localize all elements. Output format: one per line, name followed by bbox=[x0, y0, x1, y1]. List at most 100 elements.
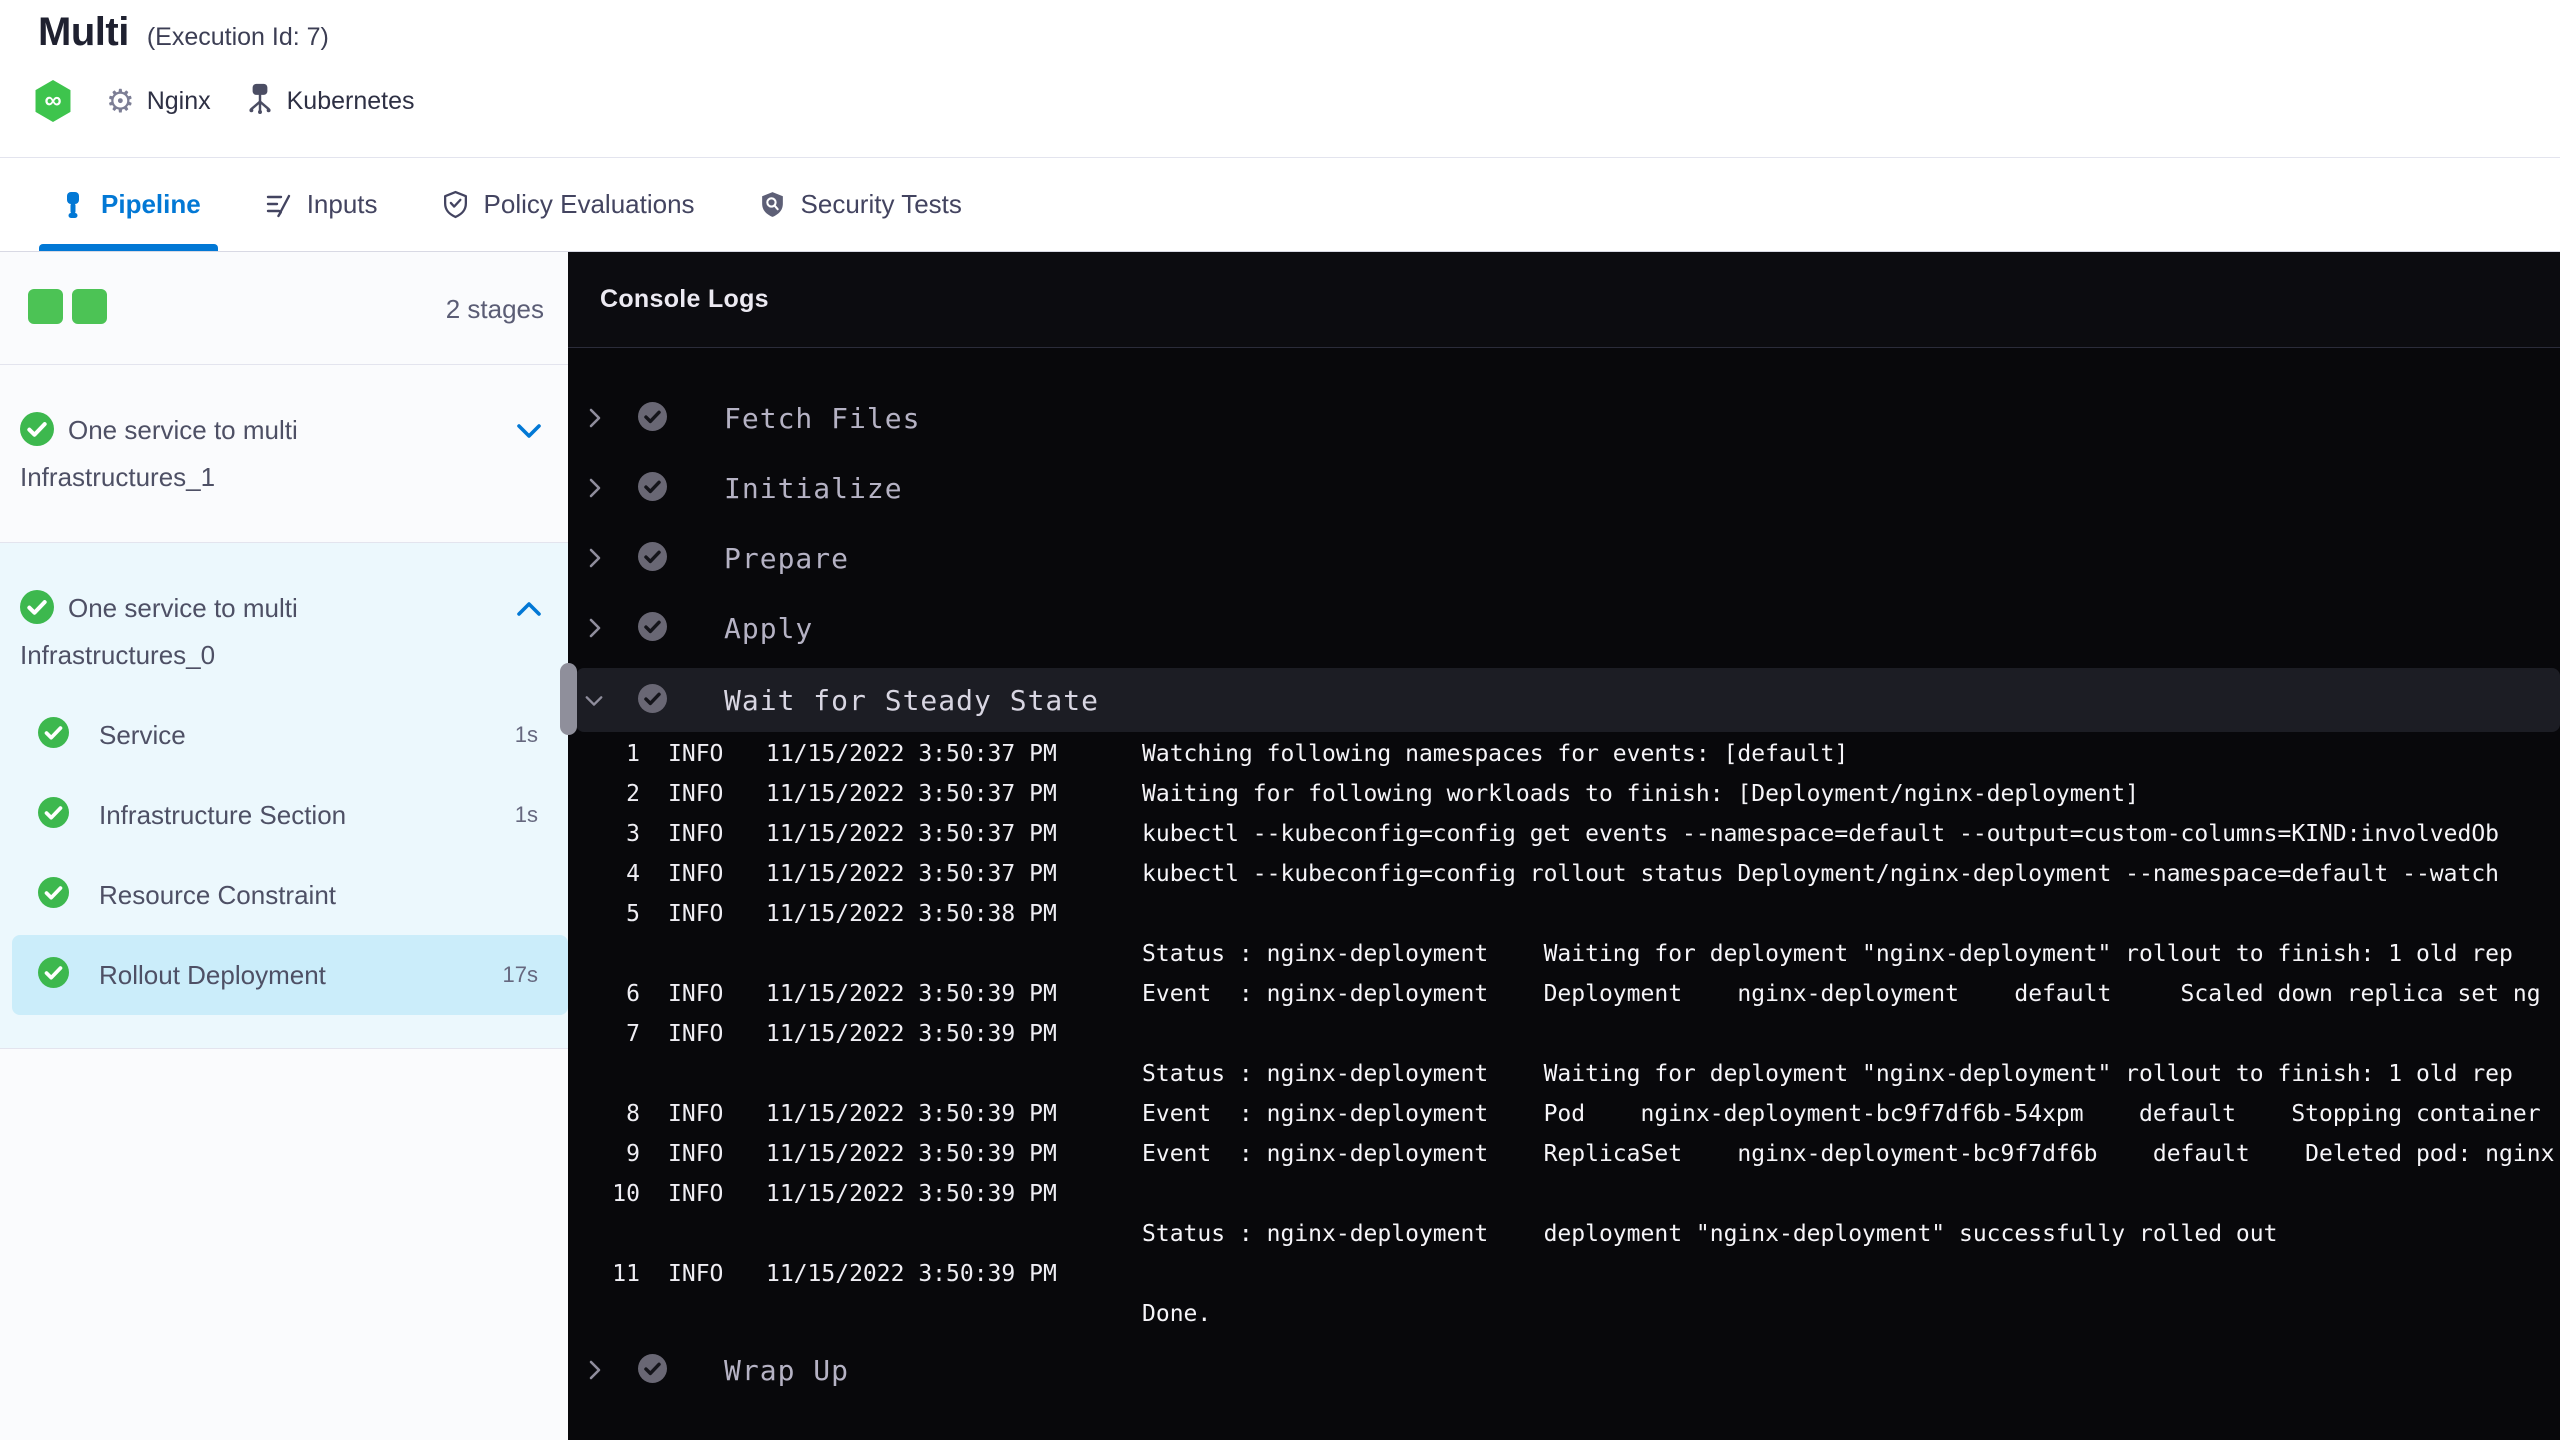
execution-sidebar: 2 stages One service to multi Infrastruc… bbox=[0, 252, 577, 1440]
main-split: 2 stages One service to multi Infrastruc… bbox=[0, 252, 2560, 1440]
log-line-number: 7 bbox=[626, 1021, 640, 1047]
tab-pipeline-label: Pipeline bbox=[101, 189, 201, 219]
step-row-service[interactable]: Service 1s bbox=[0, 695, 568, 775]
success-check-icon bbox=[38, 877, 69, 913]
stage-expanded-section: One service to multi Infrastructures_0 S… bbox=[0, 543, 568, 1049]
success-check-icon bbox=[638, 541, 667, 575]
security-shield-icon bbox=[759, 190, 786, 219]
log-line: 9 INFO 11/15/2022 3:50:39 PM Event : nginx-… bbox=[568, 1134, 2560, 1174]
log-line: 10 INFO 11/15/2022 3:50:39 PM bbox=[568, 1174, 2560, 1214]
tab-policy-evaluations[interactable]: Policy Evaluations bbox=[442, 158, 695, 251]
log-level: INFO bbox=[668, 781, 724, 807]
policy-shield-icon bbox=[442, 190, 469, 219]
console-step-initialize[interactable]: Initialize bbox=[568, 453, 2560, 523]
log-level: INFO bbox=[668, 981, 724, 1007]
step-row-rollout-deployment[interactable]: Rollout Deployment 17s bbox=[12, 935, 568, 1015]
log-message: Done. bbox=[1142, 1301, 1212, 1327]
inputs-icon bbox=[265, 191, 292, 218]
tag-row: ∞ ⚙ Nginx Kubernetes bbox=[34, 80, 414, 122]
log-line: 7 INFO 11/15/2022 3:50:39 PM bbox=[568, 1014, 2560, 1054]
chevron-right-icon bbox=[584, 1359, 604, 1381]
stage-label: One service to multi Infrastructures_1 bbox=[20, 410, 470, 497]
step-row-resource-constraint[interactable]: Resource Constraint bbox=[0, 855, 568, 935]
log-line: 2 INFO 11/15/2022 3:50:37 PM Waiting for fo… bbox=[568, 774, 2560, 814]
step-name: Resource Constraint bbox=[99, 879, 336, 910]
log-message: Status : nginx-deployment deployment "ng… bbox=[1142, 1221, 2278, 1247]
log-line-number: 11 bbox=[612, 1261, 640, 1287]
step-name: Infrastructure Section bbox=[99, 799, 347, 830]
console-step-name: Fetch Files bbox=[724, 401, 921, 435]
log-time: 11/15/2022 3:50:39 PM bbox=[766, 1021, 1057, 1047]
tab-inputs[interactable]: Inputs bbox=[265, 158, 378, 251]
step-row-infrastructure-section[interactable]: Infrastructure Section 1s bbox=[0, 775, 568, 855]
service-tag-label: Nginx bbox=[146, 86, 211, 115]
log-level: INFO bbox=[668, 901, 724, 927]
step-name: Service bbox=[99, 719, 186, 750]
tab-security-tests[interactable]: Security Tests bbox=[759, 158, 962, 251]
log-message: Status : nginx-deployment Waiting for de… bbox=[1142, 941, 2513, 967]
tab-pipeline[interactable]: Pipeline bbox=[39, 158, 218, 251]
stage-summary-bar: 2 stages bbox=[0, 252, 568, 365]
tab-bar: Pipeline Inputs Policy Evaluations Secur… bbox=[0, 157, 2560, 252]
console-step-name: Initialize bbox=[724, 471, 903, 505]
chevron-down-icon bbox=[584, 693, 604, 708]
pipeline-icon bbox=[60, 191, 86, 219]
infrastructure-tag[interactable]: Kubernetes bbox=[245, 82, 415, 121]
chevron-right-icon bbox=[584, 407, 604, 429]
log-line: 3 INFO 11/15/2022 3:50:37 PM kubectl --kube… bbox=[568, 814, 2560, 854]
log-level: INFO bbox=[668, 741, 724, 767]
page-title: Multi bbox=[38, 10, 129, 54]
log-block: 1 INFO 11/15/2022 3:50:37 PM Watching follo… bbox=[568, 734, 2560, 1334]
tab-security-tests-label: Security Tests bbox=[800, 189, 962, 219]
stage-row-infrastructures-0[interactable]: One service to multi Infrastructures_0 bbox=[0, 543, 568, 675]
stage-row-infrastructures-1[interactable]: One service to multi Infrastructures_1 bbox=[0, 365, 568, 543]
console-step-wrap-up[interactable]: Wrap Up bbox=[568, 1335, 2560, 1405]
harness-cd-icon: ∞ bbox=[35, 80, 71, 122]
log-message: kubectl --kubeconfig=config rollout stat… bbox=[1142, 861, 2500, 887]
log-line: 11 INFO 11/15/2022 3:50:39 PM bbox=[568, 1254, 2560, 1294]
chevron-down-icon[interactable] bbox=[516, 423, 542, 444]
chevron-up-icon[interactable] bbox=[516, 601, 542, 622]
infrastructure-tag-label: Kubernetes bbox=[286, 86, 415, 115]
log-line: Done. bbox=[568, 1294, 2560, 1334]
success-check-icon bbox=[638, 1353, 667, 1387]
console-header: Console Logs bbox=[568, 252, 2560, 348]
log-level: INFO bbox=[668, 1021, 724, 1047]
log-level: INFO bbox=[668, 861, 724, 887]
console-step-prepare[interactable]: Prepare bbox=[568, 523, 2560, 593]
success-check-icon bbox=[38, 957, 69, 993]
step-list: Service 1s Infrastructure Section 1s Res… bbox=[0, 695, 568, 1015]
log-time: 11/15/2022 3:50:37 PM bbox=[766, 781, 1057, 807]
log-line-number: 4 bbox=[626, 861, 640, 887]
success-check-icon bbox=[38, 717, 69, 753]
console-panel: Console Logs Fetch Files Initialize Prep… bbox=[568, 252, 2560, 1440]
log-message: kubectl --kubeconfig=config get events -… bbox=[1142, 821, 2500, 847]
step-name: Rollout Deployment bbox=[99, 959, 326, 990]
console-step-fetch-files[interactable]: Fetch Files bbox=[568, 383, 2560, 453]
console-step-wait-for-steady-state[interactable]: Wait for Steady State bbox=[576, 668, 2560, 732]
log-level: INFO bbox=[668, 1181, 724, 1207]
log-line-number: 8 bbox=[626, 1101, 640, 1127]
success-check-icon bbox=[638, 683, 667, 717]
log-line: 5 INFO 11/15/2022 3:50:38 PM bbox=[568, 894, 2560, 934]
console-step-name: Wait for Steady State bbox=[724, 683, 1100, 717]
console-step-apply[interactable]: Apply bbox=[568, 593, 2560, 663]
log-level: INFO bbox=[668, 821, 724, 847]
log-line-number: 9 bbox=[626, 1141, 640, 1167]
service-tag[interactable]: ⚙ Nginx bbox=[106, 85, 211, 117]
app-header: Multi (Execution Id: 7) ∞ ⚙ Nginx Kubern… bbox=[0, 0, 2560, 157]
log-level: INFO bbox=[668, 1101, 724, 1127]
stage-status-square-icon bbox=[72, 289, 107, 324]
tab-policy-evaluations-label: Policy Evaluations bbox=[483, 189, 695, 219]
log-line-number: 5 bbox=[626, 901, 640, 927]
stage-label: One service to multi Infrastructures_0 bbox=[20, 588, 470, 675]
log-line: 8 INFO 11/15/2022 3:50:39 PM Event : nginx-… bbox=[568, 1094, 2560, 1134]
success-check-icon bbox=[638, 401, 667, 435]
log-time: 11/15/2022 3:50:39 PM bbox=[766, 1181, 1057, 1207]
log-time: 11/15/2022 3:50:37 PM bbox=[766, 861, 1057, 887]
log-line: Status : nginx-deployment Waiting for de… bbox=[568, 1054, 2560, 1094]
log-time: 11/15/2022 3:50:37 PM bbox=[766, 741, 1057, 767]
console-resize-handle[interactable] bbox=[560, 663, 577, 735]
log-line-number: 3 bbox=[626, 821, 640, 847]
title-row: Multi (Execution Id: 7) bbox=[38, 10, 329, 55]
